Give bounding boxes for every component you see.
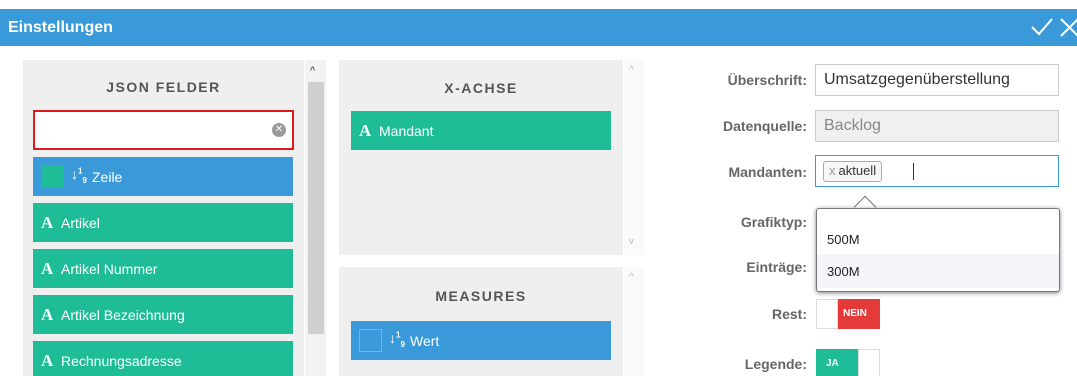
text-type-icon: A [41,213,54,232]
clear-search-icon[interactable]: ✕ [272,123,286,137]
field-search-box: ✕ [33,110,294,150]
chart-type-label: Grafiktyp: [740,214,807,230]
scroll-up-icon[interactable]: ^ [310,65,315,77]
json-fields-scrollbar[interactable]: ^ [305,60,326,376]
rest-toggle-text: NEIN [843,308,867,319]
field-item-artikel-bezeichnung[interactable]: A Artikel Bezeichnung [33,295,293,334]
field-label: Artikel Nummer [61,261,158,277]
x-axis-heading: X-ACHSE [444,80,518,96]
measures-heading: MEASURES [435,288,527,304]
measures-scrollbar[interactable]: ^ [624,267,644,376]
client-tag: x aktuell [823,161,883,182]
field-label: Artikel Bezeichnung [61,307,185,323]
heading-input[interactable]: Umsatzgegenüberstellung [815,64,1059,96]
measures-panel: MEASURES ↓19 Wert [339,267,623,376]
drag-handle-square[interactable] [359,329,382,352]
tag-remove-icon[interactable]: x [829,163,836,178]
dialog-title-bar: Einstellungen [0,9,1077,46]
field-item-artikel[interactable]: A Artikel [33,203,293,242]
dropdown-option-500m[interactable]: 500M [817,222,1059,256]
settings-dialog: Einstellungen JSON FELDER ✕ ↓19 Zeile A … [0,0,1077,376]
measure-item-wert[interactable]: ↓19 Wert [351,321,611,360]
rest-toggle[interactable]: NEIN [816,299,880,329]
field-label: Artikel [61,215,100,231]
drag-handle-square[interactable] [41,165,64,188]
field-label: Wert [410,333,440,349]
field-item-zeile[interactable]: ↓19 Zeile [33,157,293,196]
scrollbar-thumb[interactable] [308,82,324,334]
toggle-knob [858,349,880,376]
x-axis-item-mandant[interactable]: A Mandant [351,111,611,150]
rest-label: Rest: [771,306,807,322]
dialog-title: Einstellungen [8,19,113,36]
clients-dropdown: 500M 300M [816,208,1060,292]
numeric-sort-icon: ↓19 [71,166,87,185]
source-input: Backlog [815,110,1059,142]
field-label: Mandant [379,123,434,139]
legend-toggle[interactable]: JA [816,349,880,376]
field-item-artikel-nummer[interactable]: A Artikel Nummer [33,249,293,288]
client-tag-label: aktuell [838,163,877,178]
clients-label: Mandanten: [728,164,807,180]
text-type-icon: A [41,351,54,370]
x-axis-scrollbar[interactable]: ^ v [624,60,644,255]
toggle-knob [816,299,838,329]
scroll-up-icon[interactable]: ^ [629,65,634,76]
legend-toggle-text: JA [826,358,839,369]
field-search-input[interactable] [41,113,261,147]
clients-tag-input[interactable]: x aktuell [815,155,1059,187]
dropdown-option-300m[interactable]: 300M [817,254,1059,288]
scroll-up-icon[interactable]: ^ [629,272,634,283]
text-type-icon: A [359,121,372,140]
close-icon[interactable] [1058,16,1077,38]
field-item-rechnungsadresse[interactable]: A Rechnungsadresse [33,341,293,376]
heading-label: Überschrift: [727,72,807,88]
scroll-down-icon[interactable]: v [629,236,634,247]
json-fields-heading: JSON FELDER [106,79,221,95]
check-icon[interactable] [1030,16,1054,38]
text-type-icon: A [41,259,54,278]
text-caret [913,163,914,180]
x-axis-panel: X-ACHSE A Mandant [339,60,623,255]
numeric-sort-icon: ↓19 [389,330,405,349]
entries-label: Einträge: [746,259,807,275]
text-type-icon: A [41,305,54,324]
json-fields-panel: JSON FELDER ✕ ↓19 Zeile A Artikel A Arti… [23,60,304,376]
legend-label: Legende: [744,356,807,372]
source-label: Datenquelle: [722,118,807,134]
field-label: Zeile [92,169,123,185]
field-label: Rechnungsadresse [61,353,182,369]
